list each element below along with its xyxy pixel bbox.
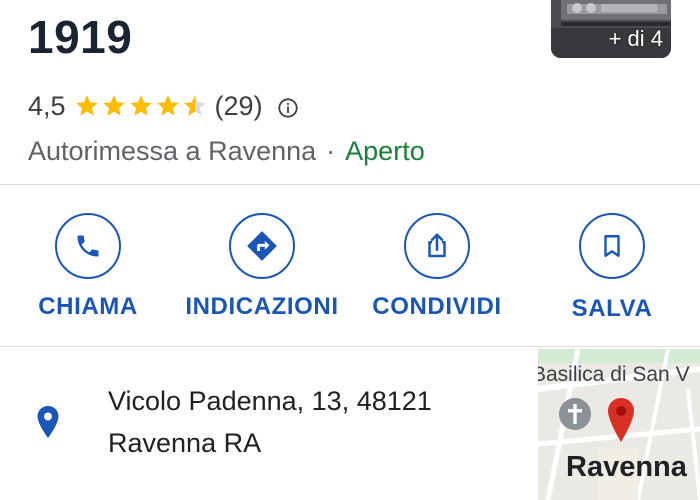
rating-stars (74, 93, 209, 119)
star-icon (129, 95, 152, 116)
review-count[interactable]: (29) (215, 91, 263, 122)
rating-score: 4,5 (28, 90, 66, 121)
place-category: Autorimessa a Ravenna (28, 135, 317, 166)
map-pin-icon (608, 398, 634, 442)
photo-thumbnail[interactable]: + di 4 (551, 0, 671, 58)
call-button-label: CHIAMA (38, 293, 138, 320)
address-line-2: Ravenna RA (108, 428, 262, 458)
share-icon (428, 233, 446, 258)
directions-icon (247, 231, 277, 261)
directions-button[interactable]: INDICAZIONI (172, 213, 352, 333)
half-star-icon (183, 95, 206, 116)
call-button-circle (55, 213, 121, 279)
star-icon (156, 95, 179, 116)
location-pin-icon (37, 406, 59, 438)
address[interactable]: Vicolo Padenna, 13, 48121 Ravenna RA (108, 380, 432, 464)
separator-dot: · (326, 135, 336, 166)
phone-icon (77, 235, 99, 257)
directions-button-circle (229, 213, 295, 279)
photo-count-label: + di 4 (608, 26, 663, 51)
save-button-label: SALVA (571, 295, 653, 322)
category-row: Autorimessa a Ravenna · Aperto (28, 133, 425, 169)
directions-button-label: INDICAZIONI (185, 293, 339, 320)
place-title: 1919 (28, 11, 133, 63)
call-button[interactable]: CHIAMA (0, 213, 178, 333)
open-status[interactable]: Aperto (345, 136, 425, 167)
star-icon (102, 95, 125, 116)
star-icon (75, 95, 98, 116)
divider (0, 346, 700, 347)
save-button-circle (579, 213, 645, 279)
rating-row[interactable]: 4,5 (29) (28, 88, 299, 124)
map-thumbnail[interactable]: Basilica di San V Ravenna (538, 349, 700, 500)
map-landmark-label: Basilica di San V (538, 363, 690, 386)
divider (0, 184, 700, 185)
address-line-1: Vicolo Padenna, 13, 48121 (108, 386, 432, 416)
share-button-circle (404, 213, 470, 279)
share-button-label: CONDIVIDI (372, 293, 502, 320)
map-city-label: Ravenna (566, 451, 687, 483)
info-icon[interactable] (277, 97, 299, 119)
share-button[interactable]: CONDIVIDI (347, 213, 527, 333)
save-button[interactable]: SALVA (522, 213, 700, 333)
church-icon (559, 398, 591, 430)
bookmark-icon (604, 235, 620, 257)
